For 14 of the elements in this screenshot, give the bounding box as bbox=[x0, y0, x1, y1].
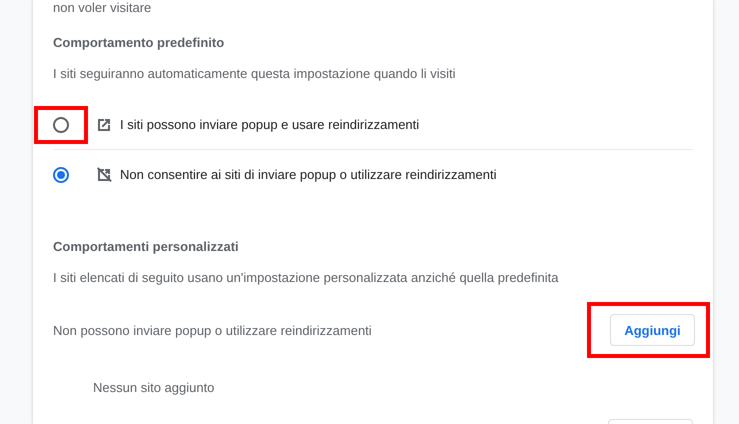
description-text: non voler visitare bbox=[53, 0, 152, 15]
section-description: I siti seguiranno automaticamente questa impostazione quando li visiti bbox=[53, 66, 457, 82]
blocked-popup-icon bbox=[96, 166, 112, 182]
list-title: Non possono inviare popup o utilizzare reindirizzamenti bbox=[53, 322, 372, 338]
option-label[interactable]: I siti possono inviare popup e usare reindirizzamenti bbox=[120, 117, 420, 132]
add-button[interactable]: Aggiungi bbox=[610, 314, 695, 346]
section-description: I siti elencati di seguito usano un'impostazione personalizzata anziché quella predefinita bbox=[53, 270, 560, 286]
section-heading: Comportamenti personalizzati bbox=[53, 239, 240, 255]
option-label[interactable]: Non consentire ai siti di inviare popup o utilizzare reindirizzamenti bbox=[120, 167, 496, 182]
empty-list-text: Nessun sito aggiunto bbox=[93, 380, 216, 395]
section-heading: Comportamento predefinito bbox=[53, 35, 226, 51]
open-in-new-icon bbox=[96, 116, 112, 132]
radio-button[interactable] bbox=[53, 116, 69, 132]
radio-button[interactable] bbox=[53, 166, 69, 182]
